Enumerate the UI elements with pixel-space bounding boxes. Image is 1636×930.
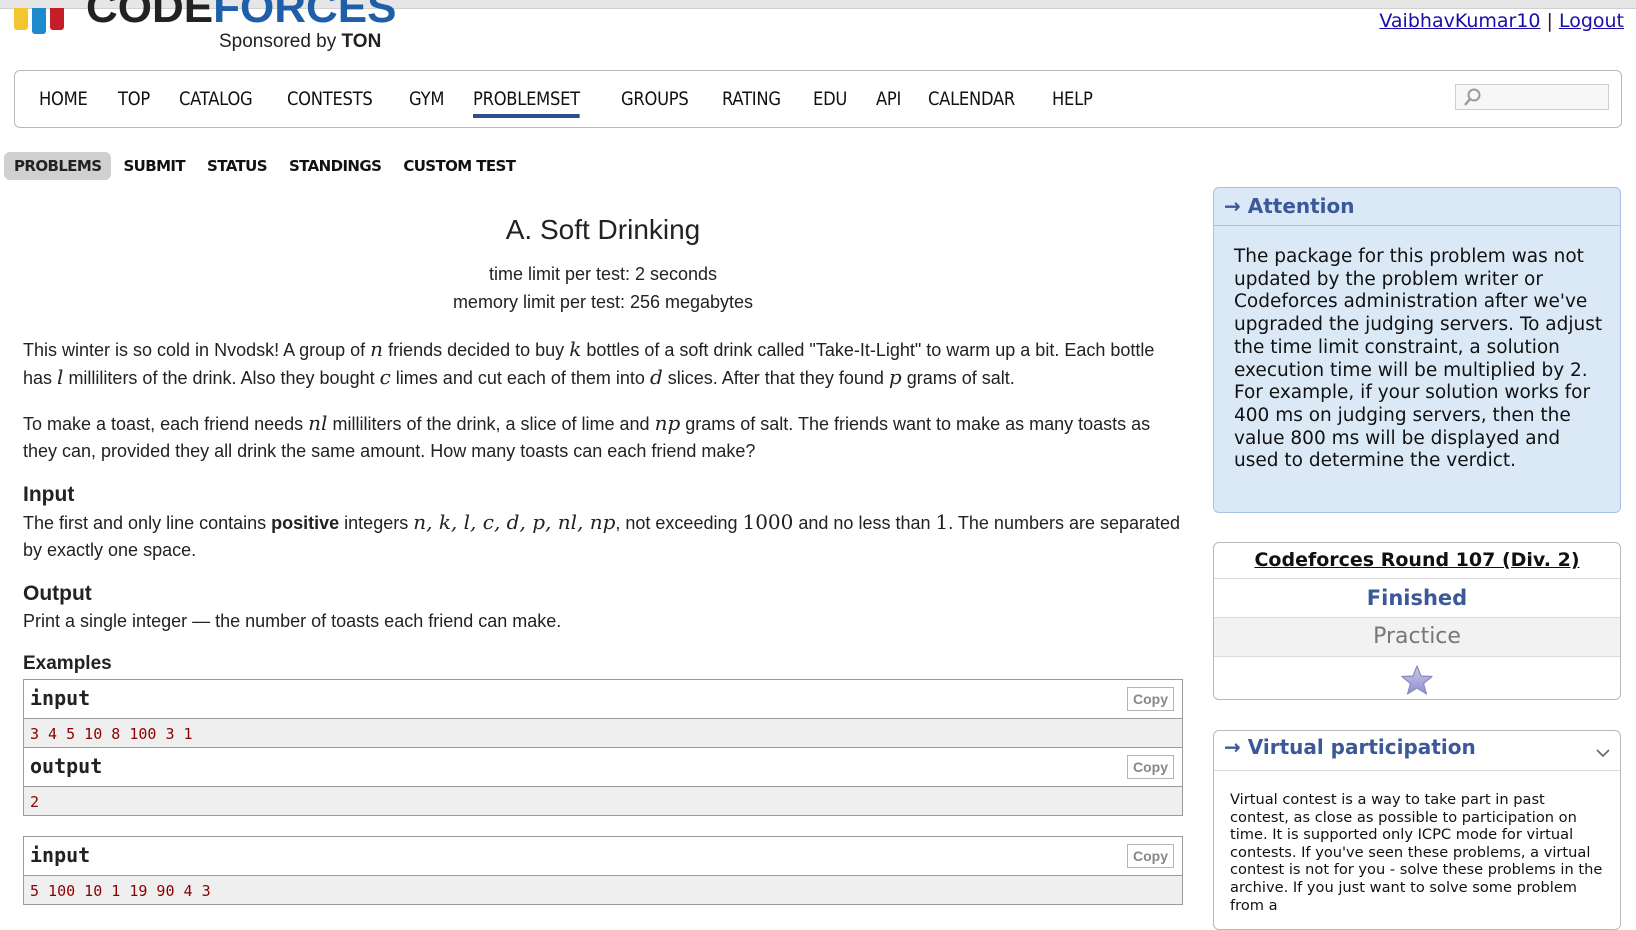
time-limit: time limit per test: 2 seconds — [488, 264, 718, 284]
menu-item-rating[interactable]: RATING — [722, 88, 781, 110]
attention-box: → Attention The package for this problem… — [1213, 187, 1621, 513]
main-menu: HOME TOP CATALOG CONTESTS GYM PROBLEMSET GROUP… — [14, 70, 1622, 128]
sponsor-text: Sponsored by TON — [219, 31, 382, 52]
user-links: VaibhavKumar10 | Logout — [1379, 10, 1624, 32]
menu-item-api[interactable]: API — [876, 88, 901, 110]
memory-limit: memory limit per test: 256 megabytes — [452, 292, 754, 312]
link-separator: | — [1546, 10, 1553, 32]
problem-limits: time limit per test: 2 seconds memory li… — [23, 260, 1183, 316]
sample-input-label: input — [30, 686, 91, 710]
sample-input-label: input — [30, 843, 91, 867]
copy-button[interactable]: Copy — [1127, 687, 1174, 711]
virtual-participation-box: → Virtual participation Virtual contest … — [1213, 730, 1621, 930]
legend-paragraph-1: This winter is so cold in Nvodsk! A grou… — [23, 337, 1155, 389]
contest-name-link[interactable]: Codeforces Round 107 (Div. 2) — [1254, 549, 1579, 571]
contest-status: Finished — [1214, 579, 1620, 618]
sample-output-label: output — [30, 754, 103, 778]
submenu-item-status[interactable]: STATUS — [197, 152, 277, 180]
sample-output-header: output Copy — [24, 747, 1182, 787]
menu-item-edu[interactable]: EDU — [813, 88, 847, 110]
menu-item-calendar[interactable]: CALENDAR — [928, 88, 1015, 110]
input-section-title: Input — [23, 483, 75, 506]
contest-info-box: Codeforces Round 107 (Div. 2) Finished P… — [1213, 542, 1621, 700]
contest-mode: Practice — [1214, 618, 1620, 657]
copy-button[interactable]: Copy — [1127, 755, 1174, 779]
sample-input-text: 3 4 5 10 8 100 3 1 — [24, 719, 1182, 747]
search-input[interactable] — [1455, 84, 1609, 110]
sample-input-text: 5 100 10 1 19 90 4 3 — [24, 876, 1182, 904]
menu-item-home[interactable]: HOME — [39, 88, 88, 110]
copy-button[interactable]: Copy — [1127, 844, 1174, 868]
menu-item-help[interactable]: HELP — [1052, 88, 1093, 110]
output-specification: Print a single integer — the number of t… — [23, 611, 562, 631]
sample-output-text: 2 — [24, 787, 1182, 815]
problemset-submenu: PROBLEMS SUBMIT STATUS STANDINGS CUSTOM TEST — [4, 152, 527, 180]
favourite-row — [1214, 657, 1620, 699]
sample-test: input Copy 5 100 10 1 19 90 4 3 — [23, 836, 1183, 905]
menu-item-catalog[interactable]: CATALOG — [179, 88, 253, 110]
output-section-title: Output — [23, 582, 92, 605]
logout-link[interactable]: Logout — [1559, 10, 1624, 32]
attention-title: → Attention — [1214, 188, 1620, 226]
logo-wordmark: CODEFORCES — [86, 0, 397, 32]
menu-item-contests[interactable]: CONTESTS — [287, 88, 373, 110]
sample-input-header: input Copy — [24, 680, 1182, 719]
search-icon — [1464, 88, 1481, 106]
virtual-participation-text: Virtual contest is a way to take part in… — [1230, 791, 1603, 914]
submenu-item-standings[interactable]: STANDINGS — [279, 152, 391, 180]
chevron-down-icon[interactable] — [1594, 744, 1612, 762]
submenu-item-submit[interactable]: SUBMIT — [113, 152, 195, 180]
submenu-item-custom-test[interactable]: CUSTOM TEST — [393, 152, 525, 180]
menu-item-problemset[interactable]: PROBLEMSET — [473, 88, 581, 118]
attention-text: The package for this problem was not upd… — [1234, 246, 1603, 472]
problem-statement: A. Soft Drinking time limit per test: 2 … — [23, 200, 1183, 905]
profile-link[interactable]: VaibhavKumar10 — [1379, 10, 1540, 32]
sample-test: input Copy 3 4 5 10 8 100 3 1 output Cop… — [23, 679, 1183, 816]
problem-title: A. Soft Drinking — [505, 214, 701, 245]
menu-item-groups[interactable]: GROUPS — [621, 88, 689, 110]
menu-item-gym[interactable]: GYM — [409, 88, 444, 110]
submenu-item-problems[interactable]: PROBLEMS — [4, 152, 112, 180]
star-icon[interactable] — [1400, 664, 1434, 696]
legend-paragraph-2: To make a toast, each friend needs nl mi… — [23, 411, 1151, 461]
examples-title: Examples — [23, 653, 112, 674]
contest-name-row: Codeforces Round 107 (Div. 2) — [1214, 543, 1620, 579]
menu-item-top[interactable]: TOP — [118, 88, 150, 110]
input-specification: The first and only line contains positiv… — [23, 510, 1181, 560]
virtual-participation-title: → Virtual participation — [1214, 731, 1620, 771]
sample-input-header: input Copy — [24, 837, 1182, 876]
main-menu-list: HOME TOP CATALOG CONTESTS GYM PROBLEMSET GROUP… — [39, 88, 1123, 118]
